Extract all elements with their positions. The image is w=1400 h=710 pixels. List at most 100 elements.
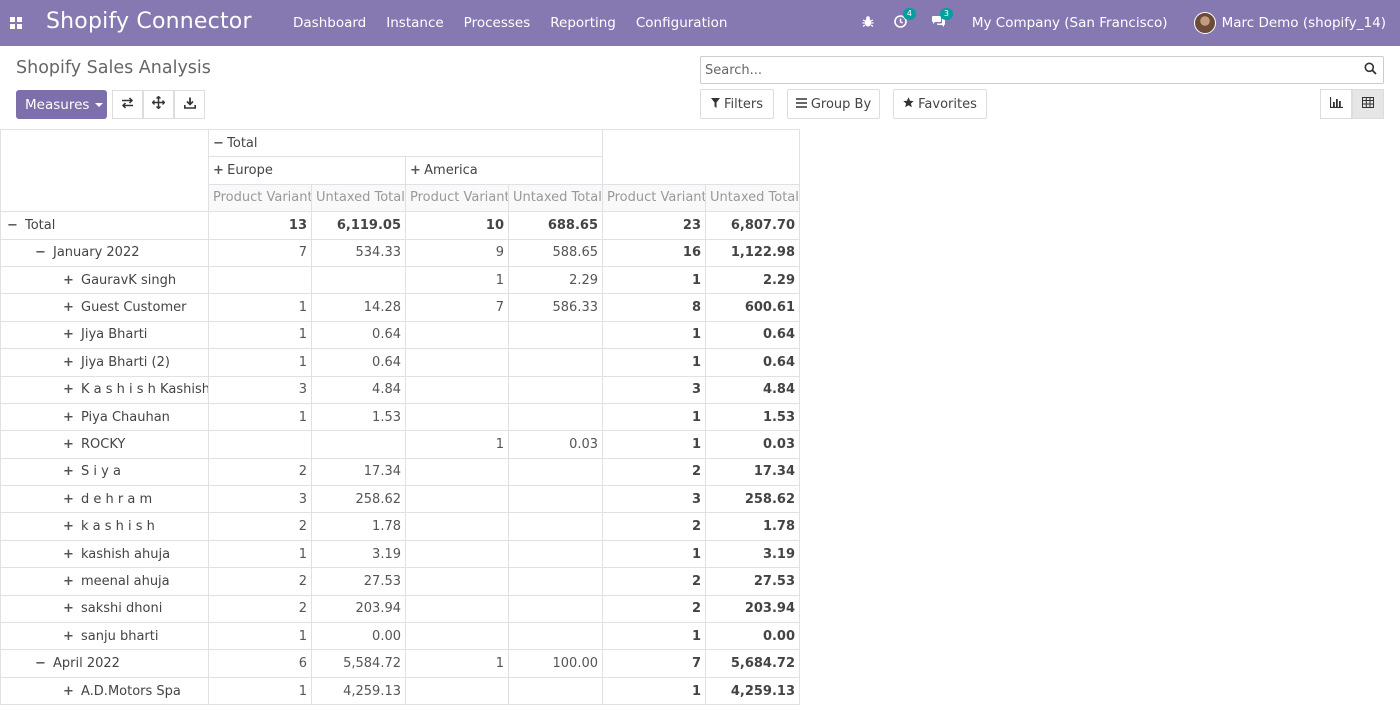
pivot-cell[interactable]: 2: [602, 567, 707, 596]
pivot-cell[interactable]: [507, 375, 604, 404]
row-header[interactable]: + Guest Customer: [0, 293, 209, 322]
pivot-cell[interactable]: 1.78: [705, 512, 801, 541]
pivot-cell[interactable]: 6,119.05: [311, 211, 406, 240]
pivot-cell[interactable]: 3.19: [311, 539, 406, 569]
pivot-cell[interactable]: [208, 430, 312, 459]
pivot-cell[interactable]: [507, 457, 604, 487]
pivot-cell[interactable]: 0.64: [705, 348, 801, 377]
pivot-cell[interactable]: 1: [208, 320, 312, 350]
pivot-cell[interactable]: 1: [602, 348, 707, 377]
pivot-cell[interactable]: 0.03: [705, 430, 801, 459]
pivot-cell[interactable]: 9: [405, 238, 509, 267]
pivot-cell[interactable]: 3: [208, 375, 312, 404]
pivot-cell[interactable]: 1: [602, 430, 707, 459]
pivot-cell[interactable]: 1.53: [311, 402, 406, 432]
row-header[interactable]: + Jiya Bharti (2): [0, 348, 209, 377]
pivot-cell[interactable]: [405, 457, 509, 487]
pivot-cell[interactable]: 1: [208, 539, 312, 569]
measure-header[interactable]: Untaxed Total: [507, 183, 604, 213]
row-header[interactable]: + ROCKY: [0, 430, 209, 459]
apps-menu-icon[interactable]: [10, 17, 22, 29]
pivot-cell[interactable]: 1: [405, 265, 509, 295]
pivot-cell[interactable]: [405, 402, 509, 432]
pivot-cell[interactable]: 258.62: [311, 485, 406, 514]
pivot-cell[interactable]: 4,259.13: [705, 676, 801, 706]
pivot-cell[interactable]: [311, 430, 406, 459]
menu-dashboard[interactable]: Dashboard: [293, 15, 366, 31]
pivot-cell[interactable]: [507, 320, 604, 350]
pivot-cell[interactable]: 1: [602, 402, 707, 432]
row-header[interactable]: + K a s h i s h Kashish: [0, 375, 209, 404]
pivot-cell[interactable]: 100.00: [507, 649, 604, 678]
pivot-cell[interactable]: 1: [208, 622, 312, 651]
pivot-cell[interactable]: 2.29: [507, 265, 604, 295]
filters-button[interactable]: Filters: [700, 89, 774, 119]
pivot-cell[interactable]: 203.94: [311, 594, 406, 624]
pivot-cell[interactable]: [507, 512, 604, 541]
app-brand[interactable]: Shopify Connector: [46, 9, 252, 34]
pivot-cell[interactable]: 1: [405, 430, 509, 459]
pivot-cell[interactable]: 7: [405, 293, 509, 322]
pivot-cell[interactable]: 4.84: [311, 375, 406, 404]
search-input[interactable]: [705, 61, 1345, 79]
pivot-cell[interactable]: 6,807.70: [705, 211, 801, 240]
pivot-cell[interactable]: 0.64: [311, 348, 406, 377]
download-button[interactable]: [174, 90, 205, 119]
pivot-cell[interactable]: 0.00: [311, 622, 406, 651]
pivot-cell[interactable]: 1: [602, 320, 707, 350]
row-header[interactable]: − Total: [0, 211, 209, 240]
pivot-cell[interactable]: 2.29: [705, 265, 801, 295]
row-header[interactable]: + Jiya Bharti: [0, 320, 209, 350]
pivot-cell[interactable]: 2: [208, 457, 312, 487]
pivot-cell[interactable]: [405, 567, 509, 596]
measure-header[interactable]: Product Variant: [208, 183, 312, 213]
measure-header[interactable]: Untaxed Total: [311, 183, 406, 213]
graph-view-button[interactable]: [1320, 89, 1352, 119]
row-header[interactable]: + meenal ahuja: [0, 567, 209, 596]
activity-clock-icon[interactable]: 4: [894, 7, 916, 32]
search-icon[interactable]: [1364, 62, 1378, 76]
pivot-view-button[interactable]: [1352, 89, 1384, 119]
pivot-cell[interactable]: 586.33: [507, 293, 604, 322]
pivot-cell[interactable]: 0.64: [705, 320, 801, 350]
pivot-cell[interactable]: 0.00: [705, 622, 801, 651]
pivot-cell[interactable]: 1,122.98: [705, 238, 801, 267]
pivot-cell[interactable]: 688.65: [507, 211, 604, 240]
pivot-cell[interactable]: [405, 375, 509, 404]
pivot-cell[interactable]: 10: [405, 211, 509, 240]
flip-axis-button[interactable]: [112, 90, 143, 119]
col-header-america[interactable]: + America: [404, 156, 604, 185]
pivot-cell[interactable]: 1.78: [311, 512, 406, 541]
pivot-cell[interactable]: 0.64: [311, 320, 406, 350]
pivot-cell[interactable]: 2: [602, 594, 707, 624]
pivot-cell[interactable]: [507, 676, 604, 706]
pivot-cell[interactable]: [405, 539, 509, 569]
row-header[interactable]: − April 2022: [0, 649, 209, 678]
pivot-cell[interactable]: 1: [602, 622, 707, 651]
pivot-cell[interactable]: 6: [208, 649, 312, 678]
pivot-cell[interactable]: 23: [602, 211, 707, 240]
pivot-cell[interactable]: 17.34: [311, 457, 406, 487]
pivot-cell[interactable]: 3.19: [705, 539, 801, 569]
pivot-cell[interactable]: [405, 594, 509, 624]
measures-button[interactable]: Measures: [16, 90, 107, 119]
pivot-cell[interactable]: 13: [208, 211, 312, 240]
menu-instance[interactable]: Instance: [386, 15, 443, 31]
pivot-cell[interactable]: 17.34: [705, 457, 801, 487]
pivot-cell[interactable]: 0.03: [507, 430, 604, 459]
pivot-cell[interactable]: 600.61: [705, 293, 801, 322]
pivot-cell[interactable]: 1: [405, 649, 509, 678]
row-header[interactable]: − January 2022: [0, 238, 209, 267]
user-menu[interactable]: Marc Demo (shopify_14): [1222, 15, 1386, 31]
row-header[interactable]: + sanju bharti: [0, 622, 209, 651]
pivot-cell[interactable]: 1: [602, 676, 707, 706]
measure-header[interactable]: Product Variant: [405, 183, 509, 213]
pivot-cell[interactable]: [507, 485, 604, 514]
pivot-cell[interactable]: 1: [208, 348, 312, 377]
pivot-cell[interactable]: 27.53: [311, 567, 406, 596]
pivot-cell[interactable]: 2: [208, 567, 312, 596]
pivot-cell[interactable]: [507, 348, 604, 377]
bug-icon[interactable]: [862, 15, 874, 32]
group-by-button[interactable]: Group By: [787, 89, 880, 119]
pivot-cell[interactable]: 2: [602, 512, 707, 541]
